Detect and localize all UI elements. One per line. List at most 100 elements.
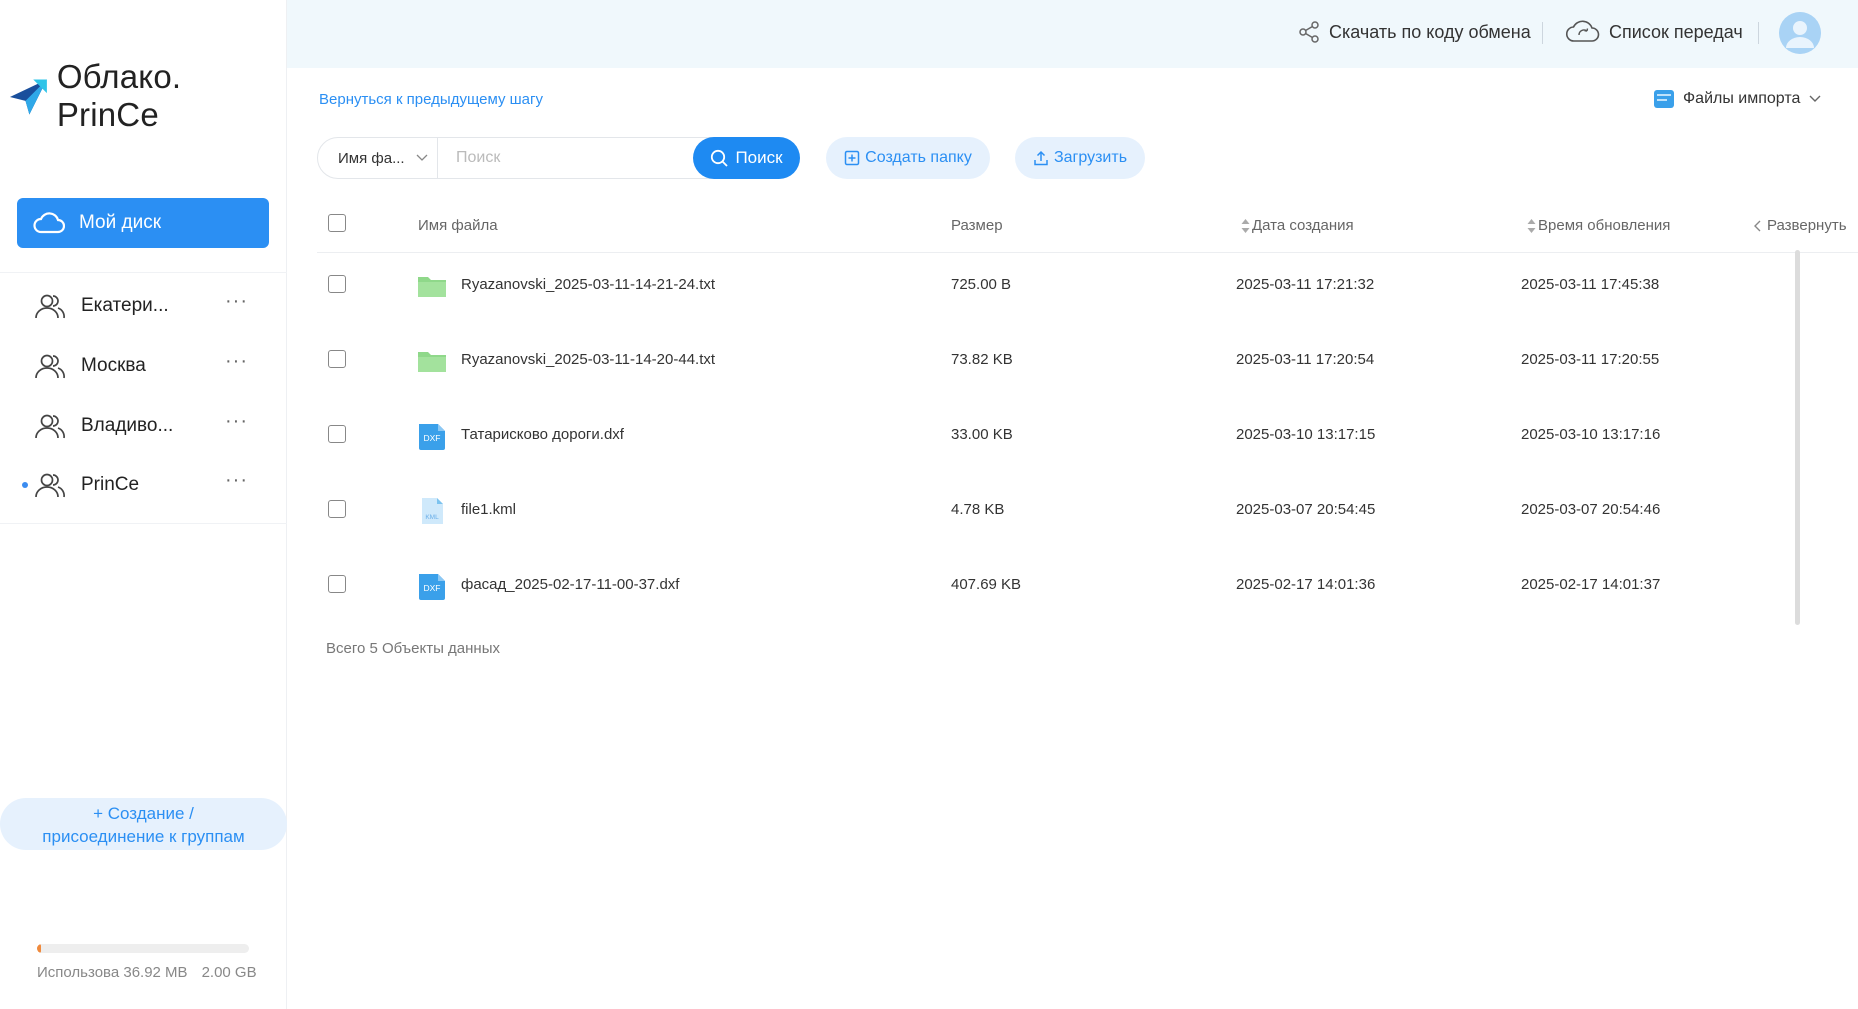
file-created: 2025-03-07 20:54:45: [1236, 501, 1376, 518]
table-row[interactable]: DXF Татарисково дороги.dxf 33.00 KB 2025-03…: [317, 403, 1797, 478]
dxf-file-icon: DXF: [419, 574, 445, 600]
table-row[interactable]: DXF фасад_2025-02-17-11-00-37.dxf 407.69 K…: [317, 553, 1797, 628]
folder-icon: [418, 277, 446, 297]
top-bar: Скачать по коду обмена Список передач: [287, 0, 1858, 68]
upload-button[interactable]: Загрузить: [1015, 137, 1145, 179]
file-size: 73.82 KB: [951, 351, 1013, 368]
add-folder-icon: [844, 150, 860, 166]
table-header: Имя файла Размер Дата создания Время обн…: [317, 205, 1858, 253]
group-users-icon: [35, 414, 65, 439]
search-button-label: Поиск: [735, 148, 783, 167]
active-indicator-dot: [22, 482, 28, 488]
file-created: 2025-03-11 17:20:54: [1236, 351, 1375, 368]
group-more-button[interactable]: ···: [225, 469, 248, 492]
column-header-created[interactable]: Дата создания: [1241, 217, 1354, 234]
cloud-icon: [33, 212, 65, 234]
group-item[interactable]: PrinCe ···: [0, 457, 287, 513]
group-more-button[interactable]: ···: [225, 290, 248, 313]
column-header-size[interactable]: Размер: [951, 217, 1003, 234]
storage-progress-bar: [37, 944, 249, 953]
search-field-select-value: Имя фа...: [338, 149, 405, 167]
paper-plane-logo-icon: [9, 79, 47, 115]
table-row[interactable]: Ryazanovski_2025-03-11-14-21-24.txt 725.0…: [317, 253, 1797, 328]
file-updated: 2025-03-10 13:17:16: [1521, 426, 1661, 443]
row-checkbox[interactable]: [328, 500, 346, 518]
upload-icon: [1034, 150, 1048, 166]
transfer-list-button[interactable]: Список передач: [1565, 20, 1743, 44]
search-field-select[interactable]: Имя фа...: [318, 138, 438, 178]
user-avatar-icon: [1779, 12, 1821, 54]
storage-usage: Использова 36.92 MB 2.00 GB: [37, 964, 271, 981]
column-header-updated-label: Время обновления: [1538, 217, 1671, 234]
download-by-code-button[interactable]: Скачать по коду обмена: [1297, 20, 1531, 44]
top-divider: [1542, 22, 1543, 44]
table-row[interactable]: KML file1.kml 4.78 KB 2025-03-07 20:54:45 20…: [317, 478, 1797, 553]
file-name[interactable]: Ryazanovski_2025-03-11-14-20-44.txt: [461, 351, 715, 368]
search-button[interactable]: Поиск: [693, 137, 800, 179]
create-folder-button[interactable]: Создать папку: [826, 137, 990, 179]
group-name: PrinCe: [81, 474, 140, 495]
expand-button[interactable]: Развернуть: [1753, 217, 1847, 234]
row-checkbox[interactable]: [328, 350, 346, 368]
file-updated: 2025-03-11 17:20:55: [1521, 351, 1660, 368]
transfer-list-label: Список передач: [1609, 21, 1743, 42]
share-icon: [1299, 21, 1319, 43]
group-more-button[interactable]: ···: [225, 350, 248, 373]
group-item[interactable]: Екатери... ···: [0, 278, 287, 334]
create-group-label-line1: + Создание /: [93, 804, 194, 823]
group-item[interactable]: Москва ···: [0, 338, 287, 394]
chevron-down-icon: [416, 154, 428, 161]
user-avatar[interactable]: [1779, 12, 1821, 54]
svg-text:DXF: DXF: [424, 583, 441, 593]
select-all-checkbox[interactable]: [328, 214, 346, 232]
svg-text:DXF: DXF: [424, 433, 441, 443]
file-size: 4.78 KB: [951, 501, 1005, 518]
group-item[interactable]: Владиво... ···: [0, 398, 287, 454]
file-name[interactable]: file1.kml: [461, 501, 516, 518]
row-checkbox[interactable]: [328, 575, 346, 593]
file-name[interactable]: Ryazanovski_2025-03-11-14-21-24.txt: [461, 276, 715, 293]
app-logo[interactable]: Облако. PrinCe: [8, 58, 286, 134]
group-name: Москва: [81, 355, 146, 376]
table-row[interactable]: Ryazanovski_2025-03-11-14-20-44.txt 73.82…: [317, 328, 1797, 403]
storage-total: 2.00 GB: [201, 964, 257, 981]
import-files-dropdown[interactable]: Файлы импорта: [1653, 88, 1822, 110]
group-name: Екатери...: [81, 295, 169, 316]
column-header-name[interactable]: Имя файла: [418, 217, 498, 234]
kml-file-icon: KML: [422, 498, 443, 524]
my-disk-button[interactable]: Мой диск: [17, 198, 269, 248]
file-updated: 2025-03-11 17:45:38: [1521, 276, 1660, 293]
back-link[interactable]: Вернуться к предыдущему шагу: [319, 91, 543, 108]
import-files-icon: [1654, 90, 1674, 108]
file-size: 33.00 KB: [951, 426, 1013, 443]
table-scrollbar[interactable]: [1795, 250, 1800, 625]
storage-progress-fill: [37, 944, 41, 953]
create-folder-label: Создать папку: [865, 149, 972, 166]
create-join-group-button[interactable]: + Создание / присоединение к группам: [0, 798, 287, 850]
row-checkbox[interactable]: [328, 425, 346, 443]
expand-label: Развернуть: [1767, 217, 1847, 234]
row-checkbox[interactable]: [328, 275, 346, 293]
file-name[interactable]: фасад_2025-02-17-11-00-37.dxf: [461, 576, 679, 593]
group-users-icon: [35, 294, 65, 319]
file-created: 2025-03-10 13:17:15: [1236, 426, 1376, 443]
group-users-icon: [35, 473, 65, 498]
file-size: 407.69 KB: [951, 576, 1022, 593]
group-more-button[interactable]: ···: [225, 410, 248, 433]
column-header-created-label: Дата создания: [1252, 217, 1354, 234]
file-created: 2025-03-11 17:21:32: [1236, 276, 1375, 293]
column-header-updated[interactable]: Время обновления: [1527, 217, 1670, 234]
sort-icon: [1241, 218, 1250, 233]
chevron-left-icon: [1754, 220, 1761, 231]
group-users-icon: [35, 354, 65, 379]
storage-used: Использова 36.92 MB: [37, 964, 188, 981]
file-created: 2025-02-17 14:01:36: [1236, 576, 1376, 593]
file-name[interactable]: Татарисково дороги.dxf: [461, 426, 624, 443]
cloud-sync-icon: [1565, 20, 1600, 42]
create-group-label-line2: присоединение к группам: [42, 827, 245, 846]
total-count: Всего 5 Объекты данных: [326, 640, 500, 657]
sidebar-divider: [0, 272, 287, 273]
top-divider: [1758, 22, 1759, 44]
folder-icon: [418, 352, 446, 372]
my-disk-label: Мой диск: [79, 212, 162, 233]
